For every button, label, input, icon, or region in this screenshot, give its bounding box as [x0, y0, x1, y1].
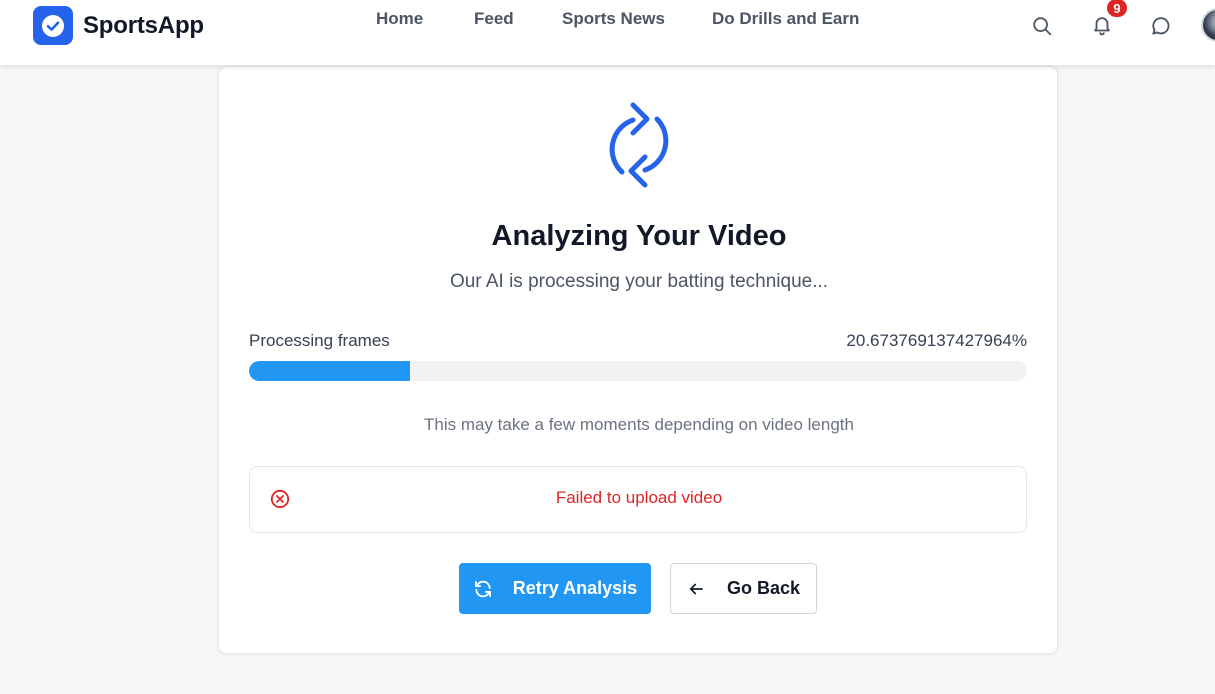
progress-track	[249, 361, 1027, 381]
analysis-card: Analyzing Your Video Our AI is processin…	[218, 66, 1058, 654]
hint-text: This may take a few moments depending on…	[424, 415, 854, 434]
retry-analysis-button[interactable]: Retry Analysis	[459, 563, 651, 614]
page-title: Analyzing Your Video	[491, 220, 787, 252]
brand[interactable]: SportsApp	[33, 6, 204, 45]
refresh-icon	[474, 580, 491, 597]
refresh-icon	[609, 102, 669, 188]
subtitle: Our AI is processing your batting techni…	[449, 271, 829, 292]
logo-check-icon	[33, 6, 73, 45]
progress-label: Processing frames	[249, 331, 390, 350]
search-icon[interactable]	[1027, 11, 1057, 41]
progress-value: 20.673769137427964%	[846, 331, 1027, 350]
nav-sports-news[interactable]: Sports News	[562, 9, 665, 29]
chat-icon[interactable]	[1146, 11, 1176, 41]
go-back-button[interactable]: Go Back	[670, 563, 817, 614]
error-message: Failed to upload video	[555, 488, 723, 507]
nav-feed[interactable]: Feed	[474, 9, 514, 29]
notification-badge: 9	[1107, 0, 1127, 17]
nav-do-drills-and-earn[interactable]: Do Drills and Earn	[712, 9, 859, 29]
error-alert: Failed to upload video	[249, 466, 1027, 533]
arrow-left-icon	[689, 583, 703, 594]
progress-fill	[249, 361, 410, 381]
top-navbar: SportsApp Home Feed Sports News Do Drill…	[0, 0, 1215, 65]
back-label: Go Back	[726, 578, 801, 598]
nav-home[interactable]: Home	[376, 9, 423, 29]
retry-label: Retry Analysis	[512, 578, 638, 598]
avatar[interactable]	[1201, 8, 1215, 42]
brand-name: SportsApp	[83, 11, 204, 39]
